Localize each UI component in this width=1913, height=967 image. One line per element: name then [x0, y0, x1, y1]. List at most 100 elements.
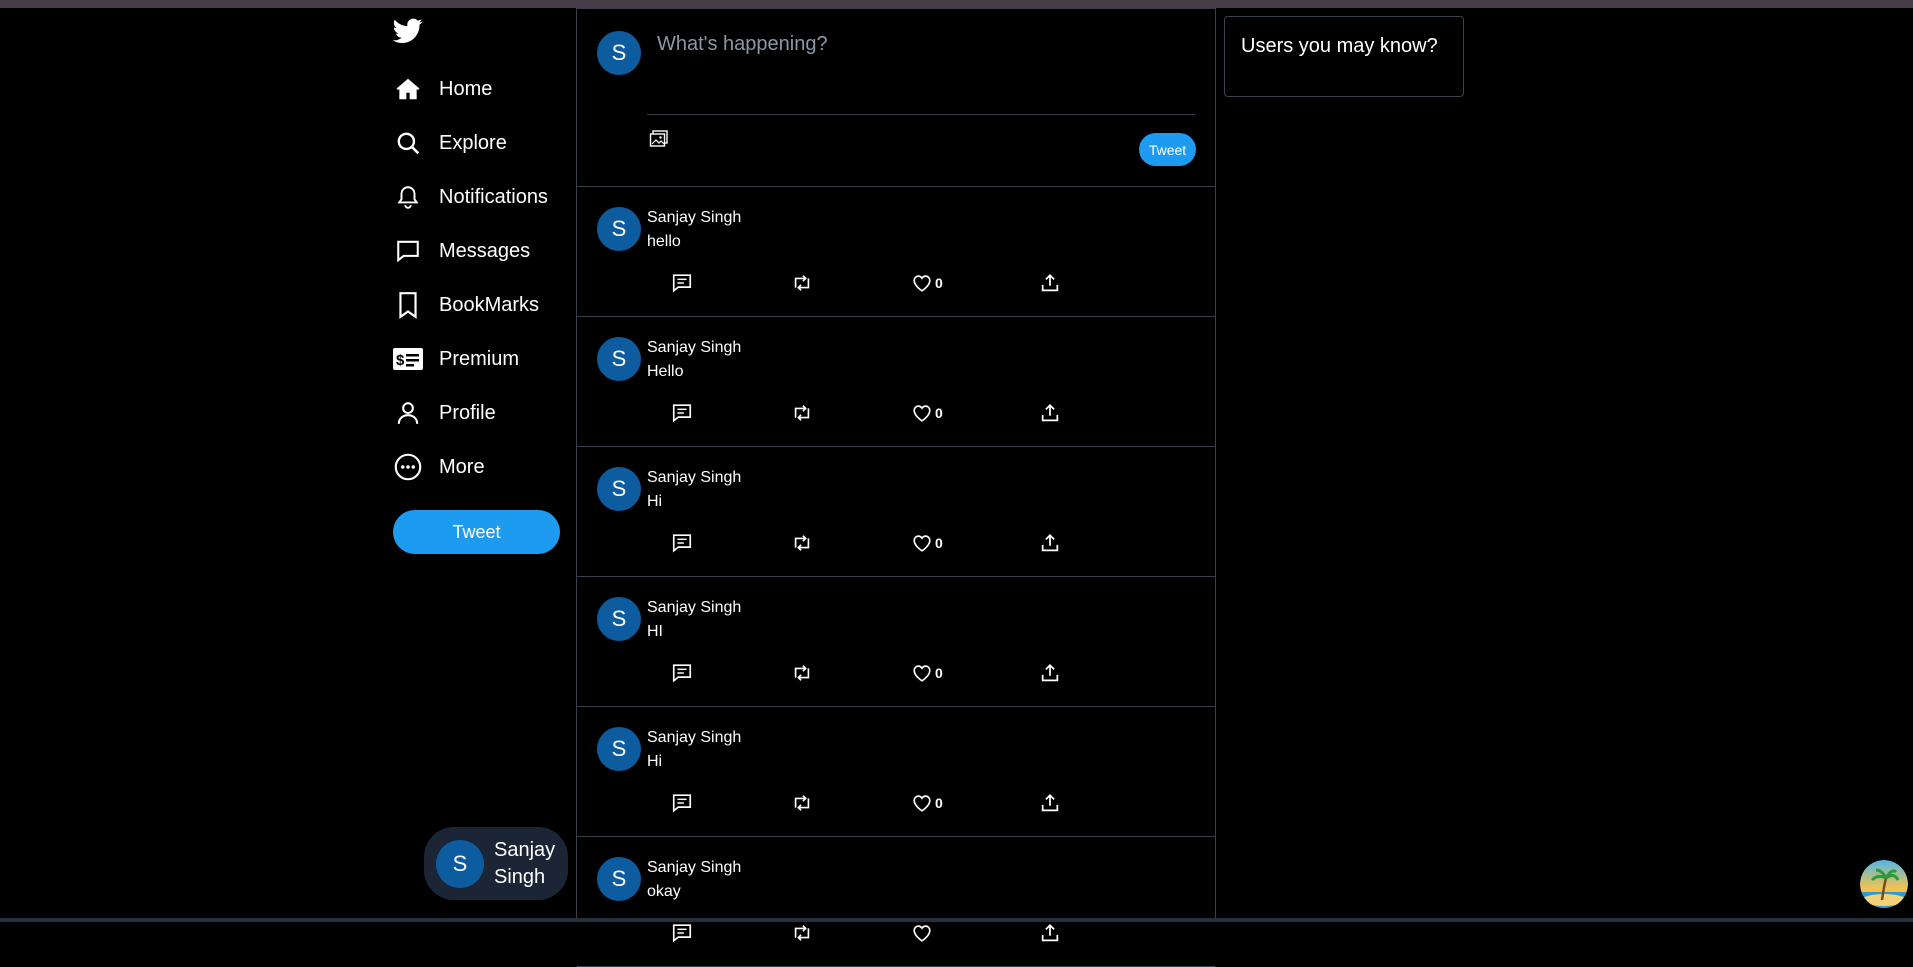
sidebar-item-label: Notifications [439, 185, 548, 208]
like-button[interactable]: 0 [911, 531, 943, 555]
compose-input[interactable] [647, 29, 1195, 115]
tweet-actions: 0 [671, 271, 1071, 295]
bell-icon [393, 182, 423, 212]
share-icon[interactable] [1039, 661, 1061, 685]
retweet-icon[interactable] [791, 271, 813, 295]
like-button[interactable]: 0 [911, 661, 943, 685]
search-icon [393, 128, 423, 158]
share-icon[interactable] [1039, 271, 1061, 295]
retweet-icon[interactable] [791, 401, 813, 425]
sidebar-item-label: Explore [439, 131, 507, 154]
reply-icon[interactable] [671, 921, 693, 945]
like-count: 0 [935, 275, 943, 291]
avatar[interactable]: S [597, 857, 641, 901]
sidebar-item-bookmarks[interactable]: BookMarks [393, 287, 573, 323]
sidebar-item-explore[interactable]: Explore [393, 125, 573, 161]
bookmark-icon [393, 290, 423, 320]
compose-box: S Tweet [577, 8, 1215, 187]
tweet-card[interactable]: S Sanjay Singh HI 0 [577, 577, 1215, 707]
reply-icon[interactable] [671, 791, 693, 815]
sidebar-item-more[interactable]: More [393, 449, 573, 485]
tweet-actions [671, 921, 1071, 945]
sidebar-item-notifications[interactable]: Notifications [393, 179, 573, 215]
retweet-icon[interactable] [791, 921, 813, 945]
share-icon[interactable] [1039, 531, 1061, 555]
tweet-text: hello [647, 233, 681, 250]
heart-icon [911, 532, 933, 554]
tweet-text: Hello [647, 363, 684, 380]
more-icon [393, 452, 423, 482]
avatar[interactable]: S [597, 207, 641, 251]
home-icon [393, 74, 423, 104]
reply-icon[interactable] [671, 661, 693, 685]
sidebar-item-label: Premium [439, 347, 520, 370]
like-count: 0 [935, 535, 943, 551]
sidebar-item-profile[interactable]: Profile [393, 395, 573, 431]
window-top-bar [0, 0, 1913, 8]
heart-icon [911, 272, 933, 294]
retweet-icon[interactable] [791, 791, 813, 815]
avatar[interactable]: S [597, 727, 641, 771]
sidebar-item-premium[interactable]: $ Premium [393, 341, 573, 377]
sidebar-tweet-button[interactable]: Tweet [393, 510, 560, 554]
avatar[interactable]: S [597, 597, 641, 641]
timeline: S Tweet S Sanjay Singh hello 0 S Sanjay Singh… [576, 8, 1216, 967]
avatar[interactable]: S [597, 337, 641, 381]
beach-app-icon[interactable] [1860, 860, 1908, 908]
window-bottom-bar [0, 918, 1913, 922]
suggestions-title: Users you may know? [1241, 35, 1438, 57]
tweet-author[interactable]: Sanjay Singh [647, 599, 741, 617]
like-button[interactable]: 0 [911, 791, 943, 815]
like-button[interactable]: 0 [911, 401, 943, 425]
sidebar-item-label: Profile [439, 401, 496, 424]
profile-icon [393, 398, 423, 428]
tweet-card[interactable]: S Sanjay Singh Hi 0 [577, 707, 1215, 837]
reply-icon[interactable] [671, 531, 693, 555]
like-count: 0 [935, 405, 943, 421]
image-upload-icon[interactable] [649, 129, 669, 149]
premium-card-icon: $ [393, 344, 423, 374]
retweet-icon[interactable] [791, 661, 813, 685]
heart-icon [911, 402, 933, 424]
sidebar-item-label: Home [439, 77, 493, 100]
message-icon [393, 236, 423, 266]
tweet-card[interactable]: S Sanjay Singh Hi 0 [577, 447, 1215, 577]
tweet-text: HI [647, 623, 663, 640]
tweet-card[interactable]: S Sanjay Singh hello 0 [577, 187, 1215, 317]
retweet-icon[interactable] [791, 531, 813, 555]
suggestions-panel: Users you may know? [1224, 16, 1464, 97]
share-icon[interactable] [1039, 921, 1061, 945]
heart-icon [911, 662, 933, 684]
share-icon[interactable] [1039, 791, 1061, 815]
account-switcher[interactable]: S Sanjay Singh [424, 827, 568, 900]
avatar: S [597, 31, 641, 75]
heart-icon [911, 922, 933, 944]
sidebar-item-label: Messages [439, 239, 531, 262]
heart-icon [911, 792, 933, 814]
share-icon[interactable] [1039, 401, 1061, 425]
tweet-card[interactable]: S Sanjay Singh okay [577, 837, 1215, 967]
tweet-author[interactable]: Sanjay Singh [647, 729, 741, 747]
reply-icon[interactable] [671, 271, 693, 295]
avatar[interactable]: S [597, 467, 641, 511]
sidebar-item-label: BookMarks [439, 293, 540, 316]
sidebar-item-home[interactable]: Home [393, 71, 573, 107]
tweet-actions: 0 [671, 661, 1071, 685]
tweet-author[interactable]: Sanjay Singh [647, 339, 741, 357]
like-count: 0 [935, 795, 943, 811]
compose-tweet-button[interactable]: Tweet [1139, 133, 1196, 166]
sidebar-item-messages[interactable]: Messages [393, 233, 573, 269]
tweet-author[interactable]: Sanjay Singh [647, 859, 741, 877]
tweet-card[interactable]: S Sanjay Singh Hello 0 [577, 317, 1215, 447]
svg-text:$: $ [396, 352, 405, 369]
tweet-author[interactable]: Sanjay Singh [647, 469, 741, 487]
like-button[interactable]: 0 [911, 271, 943, 295]
like-button[interactable] [911, 921, 935, 945]
twitter-logo-icon[interactable] [392, 18, 423, 44]
avatar: S [436, 839, 484, 888]
tweet-text: Hi [647, 493, 663, 510]
reply-icon[interactable] [671, 401, 693, 425]
tweet-text: okay [647, 883, 681, 900]
like-count: 0 [935, 665, 943, 681]
tweet-author[interactable]: Sanjay Singh [647, 209, 741, 227]
